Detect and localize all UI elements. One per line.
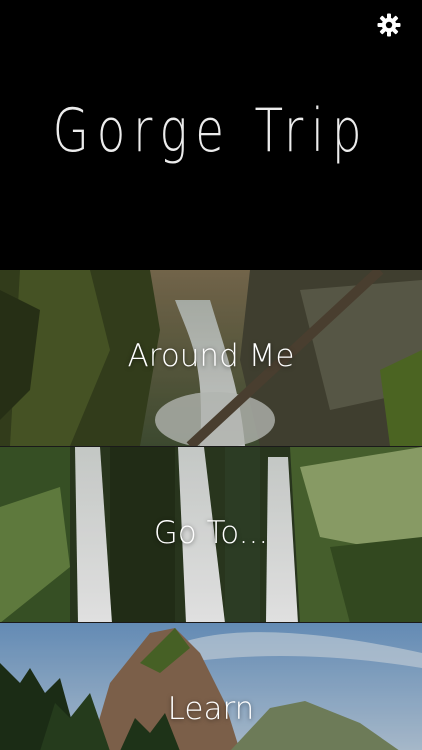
rock-monolith-image: [0, 623, 422, 750]
learn-tile[interactable]: Learn: [0, 622, 422, 750]
header: Gorge Trip: [0, 0, 422, 270]
learn-label: Learn: [167, 691, 255, 727]
around-me-label: Around Me: [127, 338, 295, 374]
settings-button[interactable]: [376, 12, 402, 38]
gear-icon: [377, 13, 401, 37]
go-to-tile[interactable]: Go To...: [0, 446, 422, 623]
go-to-label: Go To...: [153, 515, 269, 551]
app-screen: Gorge Trip Around Me Go To... Learn: [0, 0, 422, 750]
around-me-tile[interactable]: Around Me: [0, 270, 422, 446]
app-title: Gorge Trip: [52, 96, 370, 166]
